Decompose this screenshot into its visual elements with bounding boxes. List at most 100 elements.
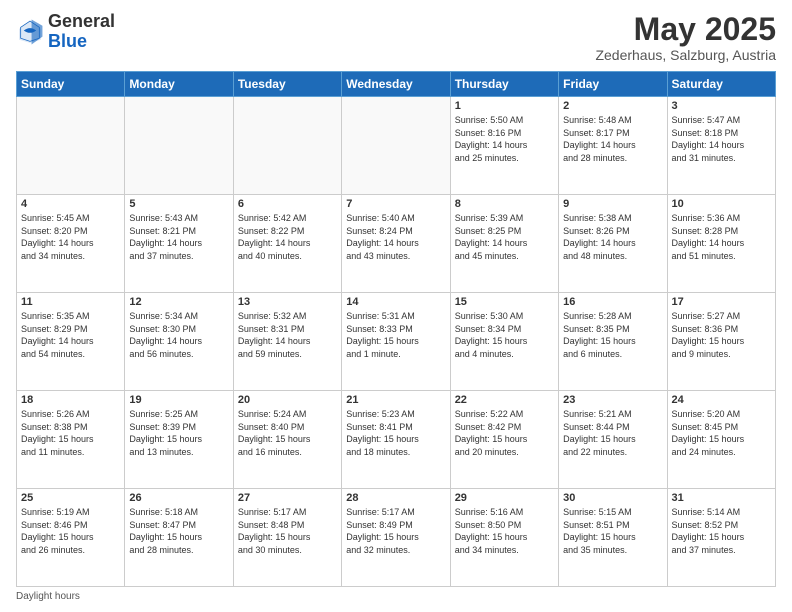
day-info: Sunrise: 5:17 AM Sunset: 8:48 PM Dayligh… — [238, 506, 337, 556]
calendar-week-2: 4 Sunrise: 5:45 AM Sunset: 8:20 PM Daylig… — [17, 195, 776, 293]
day-info: Sunrise: 5:36 AM Sunset: 8:28 PM Dayligh… — [672, 212, 771, 262]
day-number: 22 — [455, 394, 554, 406]
title-block: May 2025 Zederhaus, Salzburg, Austria — [595, 12, 776, 63]
table-row: 17 Sunrise: 5:27 AM Sunset: 8:36 PM Dayli… — [667, 293, 775, 391]
table-row: 25 Sunrise: 5:19 AM Sunset: 8:46 PM Dayli… — [17, 489, 125, 587]
day-info: Sunrise: 5:48 AM Sunset: 8:17 PM Dayligh… — [563, 114, 662, 164]
table-row: 3Sunrise: 5:47 AM Sunset: 8:18 PM Daylig… — [667, 97, 775, 195]
day-info: Sunrise: 5:25 AM Sunset: 8:39 PM Dayligh… — [129, 408, 228, 458]
day-info: Sunrise: 5:39 AM Sunset: 8:25 PM Dayligh… — [455, 212, 554, 262]
calendar-week-5: 25 Sunrise: 5:19 AM Sunset: 8:46 PM Dayli… — [17, 489, 776, 587]
table-row: 24 Sunrise: 5:20 AM Sunset: 8:45 PM Dayli… — [667, 391, 775, 489]
day-number: 17 — [672, 296, 771, 308]
day-number: 24 — [672, 394, 771, 406]
logo-text: General Blue — [48, 12, 115, 52]
page: General Blue May 2025 Zederhaus, Salzbur… — [0, 0, 792, 612]
day-number: 7 — [346, 198, 445, 210]
day-info: Sunrise: 5:50 AM Sunset: 8:16 PM Dayligh… — [455, 114, 554, 164]
table-row: 10 Sunrise: 5:36 AM Sunset: 8:28 PM Dayli… — [667, 195, 775, 293]
day-number: 4 — [21, 198, 120, 210]
table-row: 20 Sunrise: 5:24 AM Sunset: 8:40 PM Dayli… — [233, 391, 341, 489]
table-row — [125, 97, 233, 195]
table-row: 16Sunrise: 5:28 AM Sunset: 8:35 PM Dayli… — [559, 293, 667, 391]
table-row: 9Sunrise: 5:38 AM Sunset: 8:26 PM Daylig… — [559, 195, 667, 293]
day-info: Sunrise: 5:35 AM Sunset: 8:29 PM Dayligh… — [21, 310, 120, 360]
day-info: Sunrise: 5:26 AM Sunset: 8:38 PM Dayligh… — [21, 408, 120, 458]
table-row: 5 Sunrise: 5:43 AM Sunset: 8:21 PM Daylig… — [125, 195, 233, 293]
day-info: Sunrise: 5:21 AM Sunset: 8:44 PM Dayligh… — [563, 408, 662, 458]
table-row: 29Sunrise: 5:16 AM Sunset: 8:50 PM Dayli… — [450, 489, 558, 587]
day-number: 30 — [563, 492, 662, 504]
day-number: 13 — [238, 296, 337, 308]
day-info: Sunrise: 5:18 AM Sunset: 8:47 PM Dayligh… — [129, 506, 228, 556]
day-number: 18 — [21, 394, 120, 406]
calendar-table: SundayMondayTuesdayWednesdayThursdayFrid… — [16, 71, 776, 587]
table-row: 13 Sunrise: 5:32 AM Sunset: 8:31 PM Dayli… — [233, 293, 341, 391]
generalblue-logo-icon — [16, 18, 44, 46]
table-row: 6Sunrise: 5:42 AM Sunset: 8:22 PM Daylig… — [233, 195, 341, 293]
table-row: 31 Sunrise: 5:14 AM Sunset: 8:52 PM Dayli… — [667, 489, 775, 587]
day-info: Sunrise: 5:45 AM Sunset: 8:20 PM Dayligh… — [21, 212, 120, 262]
day-number: 11 — [21, 296, 120, 308]
day-number: 19 — [129, 394, 228, 406]
calendar-week-4: 18 Sunrise: 5:26 AM Sunset: 8:38 PM Dayli… — [17, 391, 776, 489]
daylight-label: Daylight hours — [16, 591, 80, 602]
day-number: 2 — [563, 100, 662, 112]
table-row: 4 Sunrise: 5:45 AM Sunset: 8:20 PM Daylig… — [17, 195, 125, 293]
day-info: Sunrise: 5:24 AM Sunset: 8:40 PM Dayligh… — [238, 408, 337, 458]
day-info: Sunrise: 5:23 AM Sunset: 8:41 PM Dayligh… — [346, 408, 445, 458]
day-number: 27 — [238, 492, 337, 504]
table-row — [17, 97, 125, 195]
table-row: 2 Sunrise: 5:48 AM Sunset: 8:17 PM Daylig… — [559, 97, 667, 195]
day-number: 14 — [346, 296, 445, 308]
calendar-week-3: 11 Sunrise: 5:35 AM Sunset: 8:29 PM Dayli… — [17, 293, 776, 391]
day-info: Sunrise: 5:30 AM Sunset: 8:34 PM Dayligh… — [455, 310, 554, 360]
month-title: May 2025 — [595, 12, 776, 47]
calendar-header-saturday: Saturday — [667, 72, 775, 97]
day-number: 12 — [129, 296, 228, 308]
day-info: Sunrise: 5:14 AM Sunset: 8:52 PM Dayligh… — [672, 506, 771, 556]
day-info: Sunrise: 5:32 AM Sunset: 8:31 PM Dayligh… — [238, 310, 337, 360]
day-number: 25 — [21, 492, 120, 504]
day-number: 21 — [346, 394, 445, 406]
table-row: 8 Sunrise: 5:39 AM Sunset: 8:25 PM Daylig… — [450, 195, 558, 293]
day-info: Sunrise: 5:43 AM Sunset: 8:21 PM Dayligh… — [129, 212, 228, 262]
day-number: 28 — [346, 492, 445, 504]
calendar-header-monday: Monday — [125, 72, 233, 97]
day-number: 9 — [563, 198, 662, 210]
day-number: 8 — [455, 198, 554, 210]
calendar-header-tuesday: Tuesday — [233, 72, 341, 97]
header: General Blue May 2025 Zederhaus, Salzbur… — [16, 12, 776, 63]
day-number: 23 — [563, 394, 662, 406]
table-row: 12Sunrise: 5:34 AM Sunset: 8:30 PM Dayli… — [125, 293, 233, 391]
day-number: 10 — [672, 198, 771, 210]
day-info: Sunrise: 5:19 AM Sunset: 8:46 PM Dayligh… — [21, 506, 120, 556]
table-row: 11 Sunrise: 5:35 AM Sunset: 8:29 PM Dayli… — [17, 293, 125, 391]
day-number: 5 — [129, 198, 228, 210]
day-info: Sunrise: 5:15 AM Sunset: 8:51 PM Dayligh… — [563, 506, 662, 556]
footer: Daylight hours — [16, 591, 776, 602]
day-info: Sunrise: 5:27 AM Sunset: 8:36 PM Dayligh… — [672, 310, 771, 360]
table-row: 21 Sunrise: 5:23 AM Sunset: 8:41 PM Dayli… — [342, 391, 450, 489]
table-row: 28Sunrise: 5:17 AM Sunset: 8:49 PM Dayli… — [342, 489, 450, 587]
table-row: 22Sunrise: 5:22 AM Sunset: 8:42 PM Dayli… — [450, 391, 558, 489]
calendar-header-thursday: Thursday — [450, 72, 558, 97]
calendar-header-wednesday: Wednesday — [342, 72, 450, 97]
logo-general: General — [48, 11, 115, 31]
table-row — [233, 97, 341, 195]
calendar-header-row: SundayMondayTuesdayWednesdayThursdayFrid… — [17, 72, 776, 97]
calendar-week-1: 1Sunrise: 5:50 AM Sunset: 8:16 PM Daylig… — [17, 97, 776, 195]
day-number: 31 — [672, 492, 771, 504]
table-row: 27 Sunrise: 5:17 AM Sunset: 8:48 PM Dayli… — [233, 489, 341, 587]
table-row — [342, 97, 450, 195]
table-row: 15Sunrise: 5:30 AM Sunset: 8:34 PM Dayli… — [450, 293, 558, 391]
day-number: 29 — [455, 492, 554, 504]
table-row: 30 Sunrise: 5:15 AM Sunset: 8:51 PM Dayli… — [559, 489, 667, 587]
logo: General Blue — [16, 12, 115, 52]
table-row: 7Sunrise: 5:40 AM Sunset: 8:24 PM Daylig… — [342, 195, 450, 293]
day-info: Sunrise: 5:28 AM Sunset: 8:35 PM Dayligh… — [563, 310, 662, 360]
day-number: 6 — [238, 198, 337, 210]
day-info: Sunrise: 5:20 AM Sunset: 8:45 PM Dayligh… — [672, 408, 771, 458]
day-number: 26 — [129, 492, 228, 504]
day-number: 20 — [238, 394, 337, 406]
